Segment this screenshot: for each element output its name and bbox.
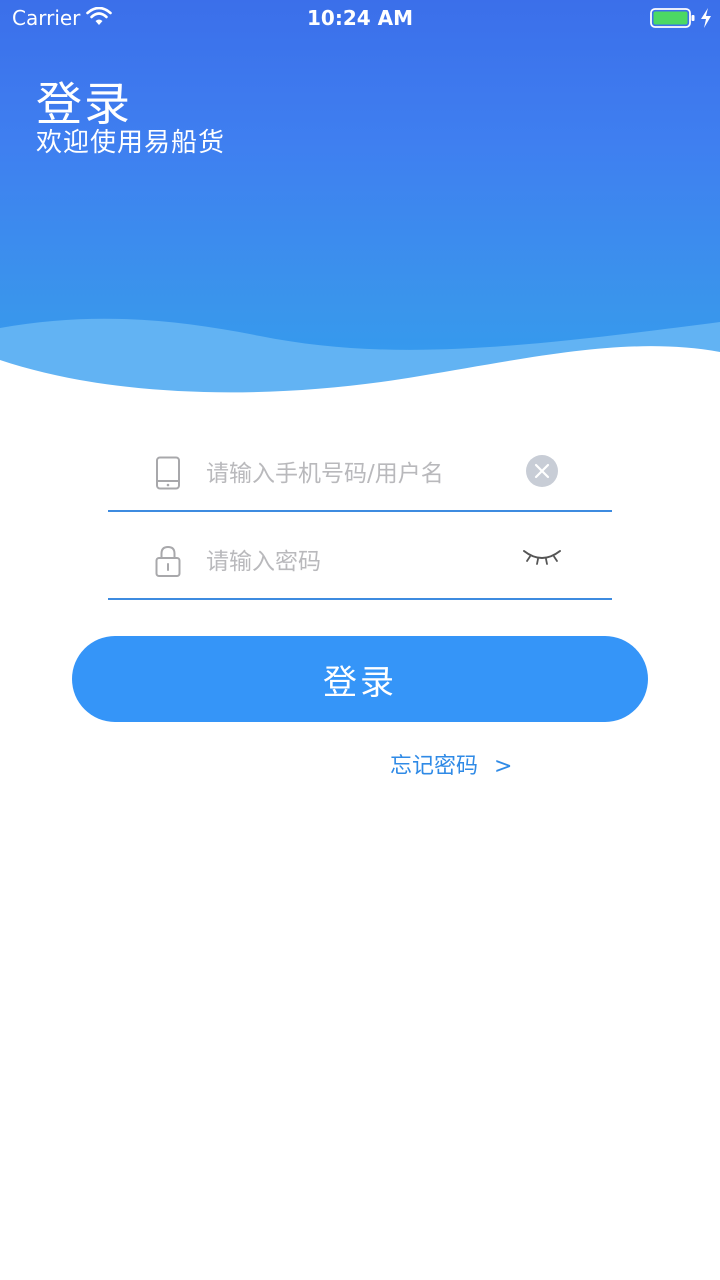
chevron-right-icon: > xyxy=(494,754,513,779)
status-time: 10:24 AM xyxy=(306,6,413,30)
forgot-password-label: 忘记密码 xyxy=(390,754,479,779)
username-input[interactable] xyxy=(206,454,516,494)
clear-icon[interactable] xyxy=(526,455,558,487)
phone-icon xyxy=(156,456,180,490)
page-subtitle: 欢迎使用易船货 xyxy=(36,128,226,158)
login-button[interactable]: 登录 xyxy=(72,636,648,722)
wave-decoration xyxy=(0,318,720,420)
charging-bolt-icon xyxy=(701,8,711,28)
username-field xyxy=(108,452,612,512)
password-input[interactable] xyxy=(206,542,516,582)
lock-icon xyxy=(155,545,181,577)
password-field xyxy=(108,540,612,600)
battery-icon xyxy=(650,8,695,28)
login-screen: Carrier 10:24 AM 登录 欢迎使用易船货 请输入手机号码/用户名 … xyxy=(0,0,720,1280)
eye-closed-icon[interactable] xyxy=(522,545,562,567)
forgot-password-link[interactable]: 忘记密码 > xyxy=(390,748,512,780)
status-bar: Carrier 10:24 AM xyxy=(0,0,720,40)
